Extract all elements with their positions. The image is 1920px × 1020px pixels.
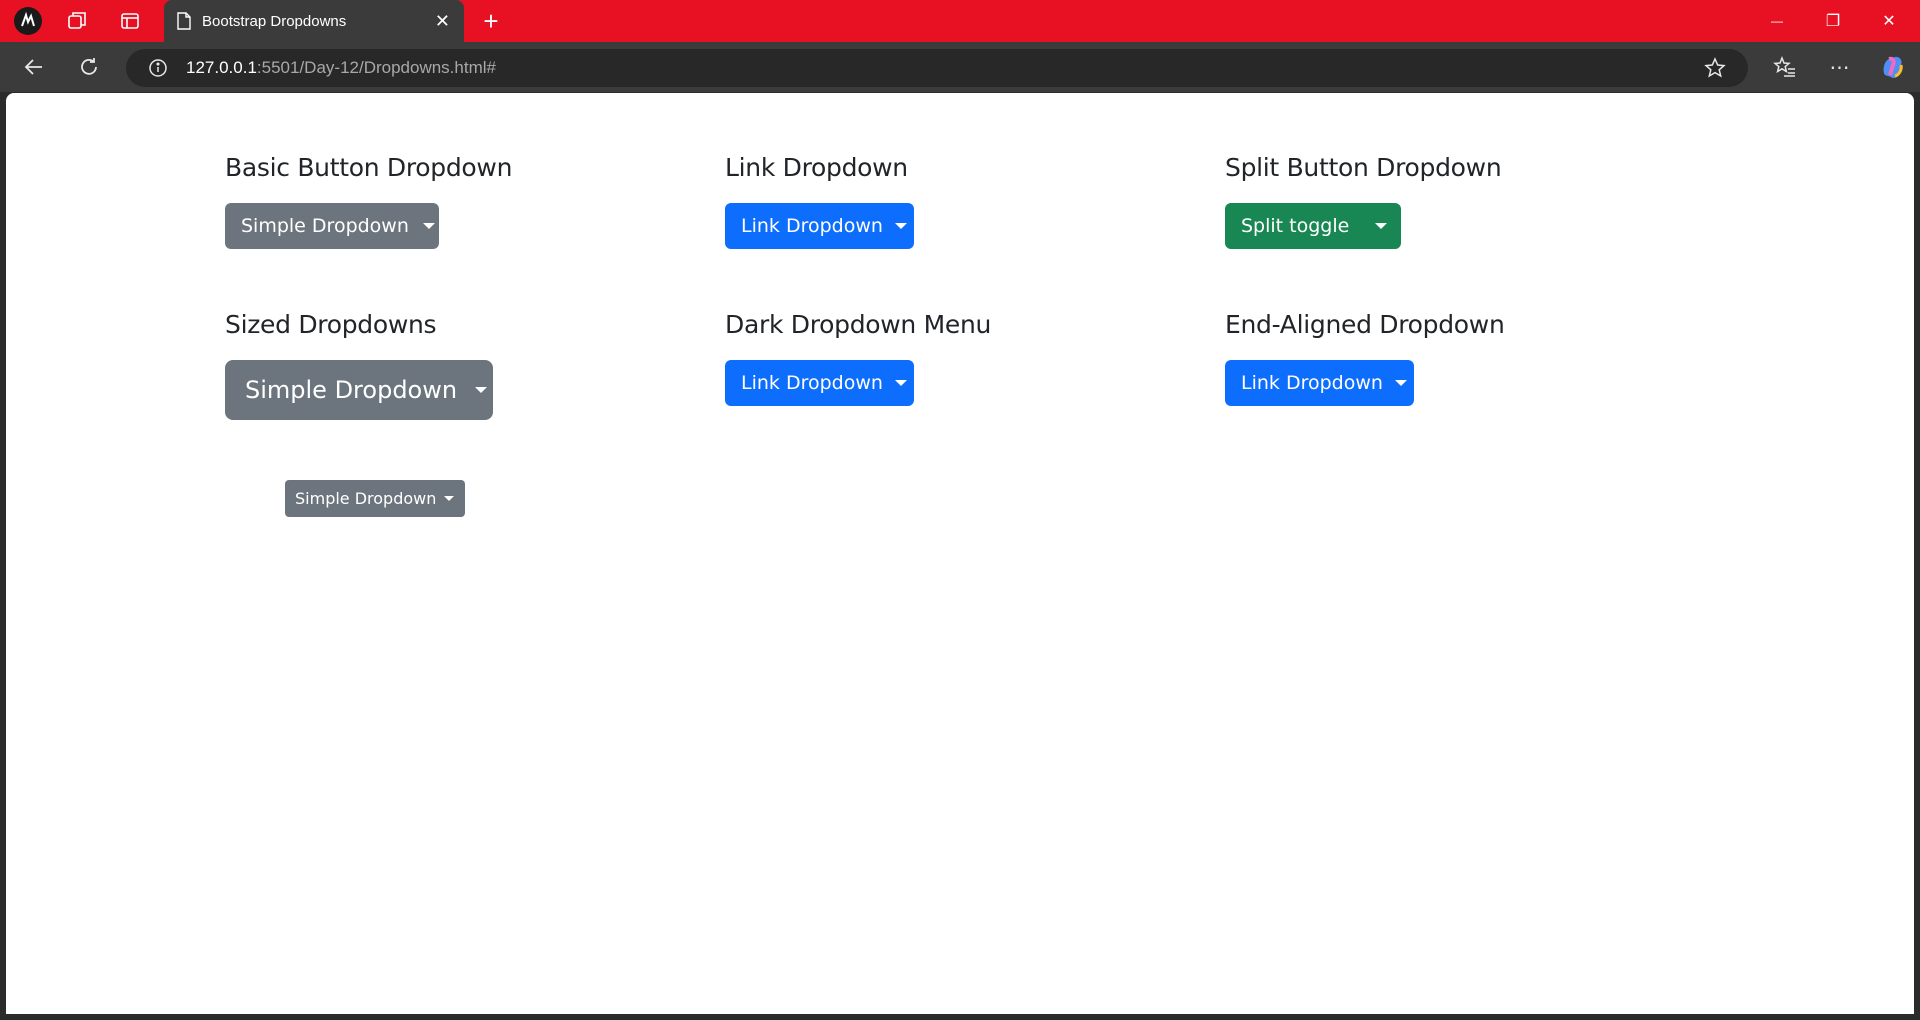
caret-down-icon <box>894 380 907 386</box>
section-heading: Link Dropdown <box>725 153 908 182</box>
button-label: Link Dropdown <box>1241 372 1383 394</box>
favorites-icon[interactable] <box>1765 42 1805 92</box>
page-icon <box>176 12 192 30</box>
favorite-star-icon[interactable] <box>1704 57 1726 79</box>
tab-actions-icon[interactable] <box>115 0 145 42</box>
refresh-icon[interactable] <box>69 42 109 92</box>
dark-dropdown-section: Dark Dropdown Menu <box>725 310 991 339</box>
page-viewport: Basic Button Dropdown Simple Dropdown Li… <box>6 93 1914 1014</box>
copilot-icon[interactable] <box>1873 42 1913 92</box>
caret-down-icon[interactable] <box>1375 223 1388 229</box>
section-heading: Basic Button Dropdown <box>225 153 513 182</box>
url-path: :5501/Day-12/Dropdowns.html# <box>256 58 496 77</box>
simple-dropdown-button[interactable]: Simple Dropdown <box>225 203 439 249</box>
browser-title-bar: Bootstrap Dropdowns ✕ + — ❐ ✕ <box>0 0 1920 42</box>
button-label: Simple Dropdown <box>295 489 437 508</box>
minimize-icon[interactable]: — <box>1754 0 1800 42</box>
link-dropdown-section: Link Dropdown <box>725 153 908 182</box>
large-dropdown-button[interactable]: Simple Dropdown <box>225 360 493 420</box>
button-label: Link Dropdown <box>741 372 883 394</box>
section-heading: Split Button Dropdown <box>1225 153 1502 182</box>
section-heading: End-Aligned Dropdown <box>1225 310 1505 339</box>
caret-down-icon <box>422 223 435 229</box>
sized-dropdown-section: Sized Dropdowns <box>225 310 437 339</box>
workspaces-icon[interactable] <box>62 0 92 42</box>
caret-down-icon <box>1394 380 1407 386</box>
caret-down-icon <box>444 496 455 501</box>
url-text[interactable]: 127.0.0.1:5501/Day-12/Dropdowns.html# <box>186 58 496 78</box>
split-dropdown-section: Split Button Dropdown <box>1225 153 1502 182</box>
caret-down-icon <box>894 223 907 229</box>
caret-down-icon <box>475 387 488 393</box>
section-heading: Sized Dropdowns <box>225 310 437 339</box>
active-tab[interactable]: Bootstrap Dropdowns ✕ <box>164 0 464 42</box>
section-heading: Dark Dropdown Menu <box>725 310 992 339</box>
button-label: Simple Dropdown <box>241 215 409 237</box>
more-options-icon[interactable]: ⋯ <box>1820 42 1860 92</box>
button-label: Split toggle <box>1241 215 1350 237</box>
url-host: 127.0.0.1 <box>186 58 257 77</box>
site-info-icon[interactable] <box>148 58 168 78</box>
basic-dropdown-section: Basic Button Dropdown <box>225 153 512 182</box>
small-dropdown-button[interactable]: Simple Dropdown <box>285 480 465 517</box>
profile-icon[interactable] <box>10 0 46 42</box>
address-bar[interactable]: 127.0.0.1:5501/Day-12/Dropdowns.html# <box>126 49 1748 87</box>
close-tab-icon[interactable]: ✕ <box>435 11 450 32</box>
split-toggle-button[interactable]: Split toggle <box>1225 203 1401 249</box>
dark-link-dropdown-button[interactable]: Link Dropdown <box>725 360 914 406</box>
tab-title: Bootstrap Dropdowns <box>202 12 347 30</box>
button-label: Link Dropdown <box>741 215 883 237</box>
new-tab-icon[interactable]: + <box>478 0 504 42</box>
link-dropdown-button[interactable]: Link Dropdown <box>725 203 914 249</box>
close-window-icon[interactable]: ✕ <box>1866 0 1912 42</box>
button-label: Simple Dropdown <box>245 376 458 404</box>
restore-icon[interactable]: ❐ <box>1810 0 1856 42</box>
end-aligned-dropdown-section: End-Aligned Dropdown <box>1225 310 1505 339</box>
end-aligned-dropdown-button[interactable]: Link Dropdown <box>1225 360 1414 406</box>
back-icon[interactable] <box>14 42 54 92</box>
